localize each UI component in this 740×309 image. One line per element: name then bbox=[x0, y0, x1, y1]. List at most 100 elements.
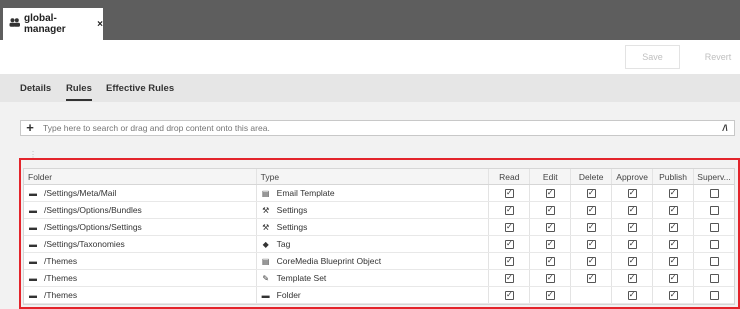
type-cell: ▤ Email Template bbox=[257, 185, 490, 201]
delete-checkbox[interactable]: ✓ bbox=[586, 256, 596, 266]
read-cell: ✓ bbox=[489, 270, 531, 286]
table-row[interactable]: ▬ /Themes ▬ Folder ✓ ✓ ✓ ✓ bbox=[24, 287, 734, 304]
edit-cell: ✓ bbox=[530, 287, 572, 303]
close-icon[interactable]: × bbox=[97, 19, 103, 30]
delete-cell: ✓ bbox=[571, 185, 613, 201]
approve-checkbox[interactable]: ✓ bbox=[627, 273, 637, 283]
folder-icon: ▬ bbox=[29, 205, 37, 215]
read-checkbox[interactable]: ✓ bbox=[504, 273, 514, 283]
delete-cell: ✓ bbox=[571, 270, 613, 286]
column-header-delete[interactable]: Delete bbox=[571, 169, 613, 184]
column-header-edit[interactable]: Edit bbox=[530, 169, 572, 184]
type-name: Email Template bbox=[276, 188, 335, 198]
table-row[interactable]: ▬ /Settings/Meta/Mail ▤ Email Template ✓ ✓ ✓ ✓ ✓ bbox=[24, 185, 734, 202]
column-header-type[interactable]: Type bbox=[257, 169, 490, 184]
tab-global-manager[interactable]: global-manager × bbox=[3, 8, 103, 40]
tab-title: global-manager bbox=[24, 13, 66, 35]
edit-checkbox[interactable]: ✓ bbox=[545, 290, 555, 300]
approve-checkbox[interactable]: ✓ bbox=[627, 222, 637, 232]
approve-checkbox[interactable]: ✓ bbox=[627, 239, 637, 249]
supervise-checkbox[interactable] bbox=[709, 290, 719, 300]
publish-checkbox[interactable]: ✓ bbox=[668, 188, 678, 198]
table-row[interactable]: ▬ /Themes ▤ CoreMedia Blueprint Object ✓ ✓ ✓ ✓ ✓ bbox=[24, 253, 734, 270]
tab-rules[interactable]: Rules bbox=[66, 83, 92, 101]
edit-checkbox[interactable]: ✓ bbox=[545, 273, 555, 283]
tab-effective-rules[interactable]: Effective Rules bbox=[106, 83, 174, 94]
approve-cell: ✓ bbox=[612, 219, 654, 235]
read-cell: ✓ bbox=[489, 219, 531, 235]
template-icon: ✎ bbox=[262, 273, 270, 283]
read-checkbox[interactable]: ✓ bbox=[504, 188, 514, 198]
edit-checkbox[interactable]: ✓ bbox=[545, 205, 555, 215]
table-row[interactable]: ▬ /Settings/Taxonomies ◆ Tag ✓ ✓ ✓ ✓ ✓ bbox=[24, 236, 734, 253]
folder-path: /Settings/Options/Bundles bbox=[44, 205, 142, 215]
save-button[interactable]: Save bbox=[625, 45, 680, 69]
type-name: Settings bbox=[276, 205, 308, 215]
read-checkbox[interactable]: ✓ bbox=[504, 239, 514, 249]
read-cell: ✓ bbox=[489, 185, 531, 201]
publish-checkbox[interactable]: ✓ bbox=[668, 256, 678, 266]
drag-handle-icon[interactable]: ⋮ bbox=[29, 150, 37, 159]
publish-checkbox[interactable]: ✓ bbox=[668, 205, 678, 215]
edit-cell: ✓ bbox=[530, 219, 572, 235]
read-checkbox[interactable]: ✓ bbox=[504, 256, 514, 266]
search-bar: + /\ bbox=[20, 120, 735, 136]
approve-checkbox[interactable]: ✓ bbox=[627, 188, 637, 198]
document-icon: ▤ bbox=[261, 256, 270, 266]
column-header-read[interactable]: Read bbox=[489, 169, 531, 184]
read-checkbox[interactable]: ✓ bbox=[504, 290, 514, 300]
publish-checkbox[interactable]: ✓ bbox=[668, 290, 678, 300]
type-name: Template Set bbox=[276, 273, 327, 283]
table-row[interactable]: ▬ /Settings/Options/Bundles ⚒ Settings ✓ ✓ ✓ ✓ ✓ bbox=[24, 202, 734, 219]
approve-checkbox[interactable]: ✓ bbox=[627, 256, 637, 266]
users-icon bbox=[9, 18, 20, 30]
publish-checkbox[interactable]: ✓ bbox=[668, 239, 678, 249]
approve-checkbox[interactable]: ✓ bbox=[627, 290, 637, 300]
publish-checkbox[interactable]: ✓ bbox=[668, 222, 678, 232]
table-row[interactable]: ▬ /Themes ✎ Template Set ✓ ✓ ✓ ✓ ✓ bbox=[24, 270, 734, 287]
folder-icon: ▬ bbox=[29, 256, 37, 266]
supervise-checkbox[interactable] bbox=[709, 273, 719, 283]
delete-checkbox[interactable]: ✓ bbox=[586, 273, 596, 283]
read-checkbox[interactable]: ✓ bbox=[504, 222, 514, 232]
edit-checkbox[interactable]: ✓ bbox=[545, 256, 555, 266]
delete-checkbox[interactable]: ✓ bbox=[586, 239, 596, 249]
folder-cell: ▬ /Settings/Options/Bundles bbox=[24, 202, 257, 218]
edit-checkbox[interactable]: ✓ bbox=[545, 188, 555, 198]
edit-cell: ✓ bbox=[530, 270, 572, 286]
supervise-cell bbox=[694, 236, 734, 252]
edit-cell: ✓ bbox=[530, 202, 572, 218]
search-input[interactable] bbox=[43, 123, 716, 133]
supervise-checkbox[interactable] bbox=[709, 239, 719, 249]
publish-checkbox[interactable]: ✓ bbox=[668, 273, 678, 283]
delete-checkbox[interactable]: ✓ bbox=[586, 222, 596, 232]
column-header-supervise[interactable]: Superv... bbox=[694, 169, 734, 184]
edit-cell: ✓ bbox=[530, 236, 572, 252]
column-header-publish[interactable]: Publish bbox=[653, 169, 695, 184]
publish-cell: ✓ bbox=[653, 253, 695, 269]
delete-checkbox[interactable]: ✓ bbox=[586, 188, 596, 198]
supervise-checkbox[interactable] bbox=[709, 256, 719, 266]
read-checkbox[interactable]: ✓ bbox=[504, 205, 514, 215]
tab-details[interactable]: Details bbox=[20, 83, 51, 94]
column-header-approve[interactable]: Approve bbox=[612, 169, 654, 184]
revert-button[interactable]: Revert bbox=[696, 45, 740, 69]
add-icon[interactable]: + bbox=[21, 121, 39, 135]
edit-checkbox[interactable]: ✓ bbox=[545, 239, 555, 249]
column-header-folder[interactable]: Folder bbox=[24, 169, 257, 184]
settings-icon: ⚒ bbox=[262, 222, 270, 232]
delete-checkbox[interactable]: ✓ bbox=[586, 205, 596, 215]
delete-cell: ✓ bbox=[571, 253, 613, 269]
folder-icon: ▬ bbox=[29, 239, 37, 249]
supervise-cell bbox=[694, 202, 734, 218]
publish-cell: ✓ bbox=[653, 236, 695, 252]
table-row[interactable]: ▬ /Settings/Options/Settings ⚒ Settings ✓ ✓ ✓ ✓… bbox=[24, 219, 734, 236]
edit-checkbox[interactable]: ✓ bbox=[545, 222, 555, 232]
library-icon[interactable]: /\ bbox=[716, 123, 734, 133]
approve-checkbox[interactable]: ✓ bbox=[627, 205, 637, 215]
supervise-checkbox[interactable] bbox=[709, 222, 719, 232]
supervise-checkbox[interactable] bbox=[709, 188, 719, 198]
supervise-checkbox[interactable] bbox=[709, 205, 719, 215]
table-header: Folder Type Read Edit Delete Approve Pub… bbox=[24, 169, 734, 185]
folder-cell: ▬ /Themes bbox=[24, 270, 257, 286]
